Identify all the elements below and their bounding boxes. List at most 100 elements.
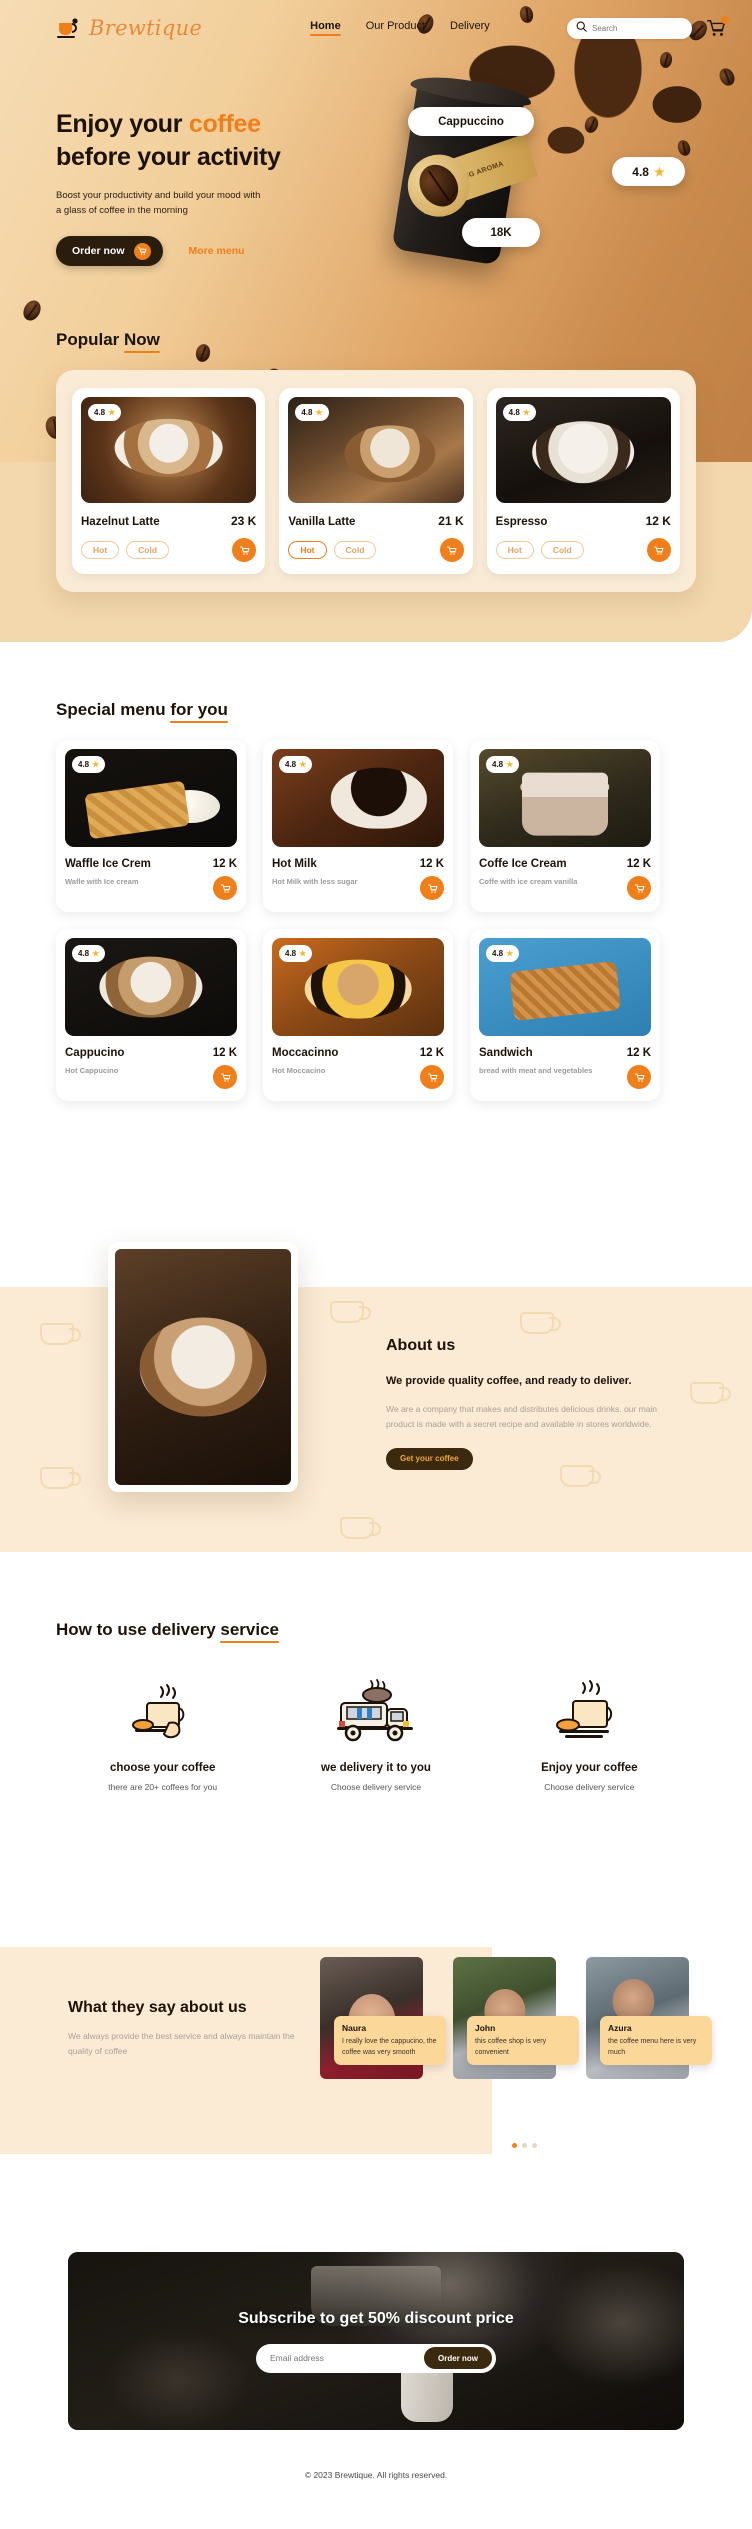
add-to-cart-button[interactable] — [420, 876, 444, 900]
footer: © 2023 Brewtique. All rights reserved. — [0, 2470, 752, 2480]
product-title-row: Waffle Ice Crem 12 K — [65, 858, 237, 870]
star-icon: ★ — [92, 760, 100, 769]
email-input[interactable] — [270, 2353, 424, 2363]
nav-link-delivery[interactable]: Delivery — [450, 20, 490, 36]
popular-card[interactable]: 4.8 ★ Espresso 12 K Hot Cold — [486, 388, 680, 574]
star-icon: ★ — [92, 949, 100, 958]
get-your-coffee-button[interactable]: Get your coffee — [386, 1447, 473, 1470]
special-menu-section: Special menu for you 4.8 ★ Waffle Ice Cr… — [0, 700, 752, 1101]
delivery-heading-part1: How to use delivery — [56, 1620, 221, 1639]
testimonial-bubble: John this coffee shop is very convenient — [467, 2015, 579, 2065]
order-now-button[interactable]: Order now — [56, 236, 163, 267]
add-to-cart-button[interactable] — [420, 1065, 444, 1089]
product-description: Coffe with ice cream vanilla — [479, 877, 578, 886]
subscribe-content: Subscribe to get 50% discount price Orde… — [68, 2252, 684, 2430]
special-card[interactable]: 4.8 ★ Coffe Ice Cream 12 K Coffe with ic… — [470, 740, 660, 912]
add-to-cart-button[interactable] — [439, 538, 464, 562]
about-photo-frame — [108, 1242, 298, 1492]
product-desc-row: bread with meat and vegetables — [479, 1065, 651, 1089]
hero-copy: Enjoy your coffee before your activity B… — [56, 108, 346, 267]
temp-chip-cold[interactable]: Cold — [540, 541, 584, 559]
special-card[interactable]: 4.8 ★ Moccacinno 12 K Hot Moccacino — [263, 929, 453, 1101]
special-card[interactable]: 4.8 ★ Cappucino 12 K Hot Cappucino — [56, 929, 246, 1101]
testimonial-bubble: Naura I really love the cappucino, the c… — [334, 2015, 446, 2065]
carousel-dot-1[interactable] — [512, 2143, 517, 2148]
about-section: About us We provide quality coffee, and … — [0, 1242, 752, 1552]
carousel-dot-2[interactable] — [522, 2143, 527, 2148]
temp-chip-hot[interactable]: Hot — [81, 541, 120, 559]
coffee-cup-decor-icon — [340, 1517, 381, 1539]
search-input[interactable] — [592, 23, 683, 33]
special-card[interactable]: 4.8 ★ Hot Milk 12 K Hot Milk with less s… — [263, 740, 453, 912]
footer-copyright: © 2023 Brewtique. All rights reserved. — [304, 2470, 448, 2480]
special-card[interactable]: 4.8 ★ Waffle Ice Crem 12 K Wafle with Ic… — [56, 740, 246, 912]
search-box[interactable] — [567, 17, 692, 39]
product-desc-row: Hot Cappucino — [65, 1065, 237, 1089]
rating-value: 4.8 — [285, 760, 297, 769]
subscribe-form: Order now — [256, 2343, 496, 2373]
product-name: Hot Milk — [272, 858, 317, 870]
add-to-cart-button[interactable] — [213, 1065, 237, 1089]
coffee-cup-decor-icon — [40, 1467, 81, 1489]
about-heading-part1: About — [386, 1337, 437, 1354]
temp-chip-cold[interactable]: Cold — [126, 541, 170, 559]
carousel-dot-3[interactable] — [532, 2143, 537, 2148]
nav-link-our-product[interactable]: Our Product — [366, 20, 425, 36]
top-navigation: Brewtique Home Our Product Delivery — [0, 0, 752, 56]
popular-now-heading: Popular Now — [56, 330, 696, 350]
testimonial-card[interactable]: Naura I really love the cappucino, the c… — [320, 1957, 446, 2079]
cart-button[interactable] — [706, 16, 729, 38]
hero-badge-rating-value: 4.8 — [632, 164, 649, 179]
more-menu-link[interactable]: More menu — [189, 245, 245, 257]
add-to-cart-button[interactable] — [627, 876, 651, 900]
nav-link-home[interactable]: Home — [310, 20, 341, 36]
star-icon: ★ — [315, 408, 323, 417]
add-to-cart-button[interactable] — [627, 1065, 651, 1089]
special-menu-grid: 4.8 ★ Waffle Ice Crem 12 K Wafle with Ic… — [56, 740, 696, 1101]
temp-chip-cold[interactable]: Cold — [333, 541, 377, 559]
product-description: Hot Cappucino — [65, 1066, 119, 1075]
popular-card[interactable]: 4.8 ★ Vanilla Latte 21 K Hot Cold — [279, 388, 473, 574]
product-image: 4.8 ★ — [479, 749, 651, 847]
product-name: Coffe Ice Cream — [479, 858, 567, 870]
product-image: 4.8 ★ — [495, 397, 671, 503]
special-heading-part2: for you — [170, 700, 228, 723]
coffee-cup-hand-icon — [56, 1676, 269, 1748]
brand-name: Brewtique — [89, 16, 203, 40]
add-to-cart-button[interactable] — [646, 538, 671, 562]
coffee-cup-icon — [56, 17, 82, 39]
product-title-row: Hazelnut Latte 23 K — [81, 514, 256, 528]
subscribe-banner: Subscribe to get 50% discount price Orde… — [68, 2252, 684, 2430]
subscribe-title: Subscribe to get 50% discount price — [238, 2309, 514, 2327]
popular-card[interactable]: 4.8 ★ Hazelnut Latte 23 K Hot Cold — [72, 388, 266, 574]
temp-chip-hot[interactable]: Hot — [288, 541, 327, 559]
rating-value: 4.8 — [94, 408, 106, 417]
search-icon — [576, 19, 587, 37]
testimonial-card[interactable]: Azura the coffee menu here is very much — [586, 1957, 712, 2079]
add-to-cart-button[interactable] — [213, 876, 237, 900]
delivery-step-title: Enjoy your coffee — [541, 1762, 638, 1774]
subscribe-order-button[interactable]: Order now — [423, 2347, 492, 2369]
bean-medallion-icon — [399, 146, 479, 226]
product-name: Hazelnut Latte — [81, 516, 160, 528]
rating-badge: 4.8 ★ — [486, 945, 520, 962]
product-image: 4.8 ★ — [272, 749, 444, 847]
popular-cards-panel: 4.8 ★ Hazelnut Latte 23 K Hot Cold 4.8 ★… — [56, 370, 696, 592]
product-name: Espresso — [495, 516, 548, 528]
brand-logo-group[interactable]: Brewtique — [56, 16, 202, 40]
rating-badge: 4.8 ★ — [72, 945, 106, 962]
coffee-cup-decor-icon — [520, 1312, 561, 1334]
star-icon: ★ — [506, 760, 514, 769]
coffee-cup-decor-icon — [330, 1301, 371, 1323]
coffee-cup-decor-icon — [690, 1382, 731, 1404]
testimonial-card[interactable]: John this coffee shop is very convenient — [453, 1957, 579, 2079]
cart-icon — [133, 242, 151, 260]
special-card[interactable]: 4.8 ★ Sandwich 12 K bread with meat and … — [470, 929, 660, 1101]
add-to-cart-button[interactable] — [232, 538, 257, 562]
product-options-row: Hot Cold — [81, 538, 257, 562]
product-name: Sandwich — [479, 1047, 533, 1059]
about-lead: We provide quality coffee, and ready to … — [386, 1375, 632, 1387]
hero-title: Enjoy your coffee before your activity — [56, 108, 346, 174]
product-price: 12 K — [212, 1047, 237, 1059]
temp-chip-hot[interactable]: Hot — [495, 541, 534, 559]
